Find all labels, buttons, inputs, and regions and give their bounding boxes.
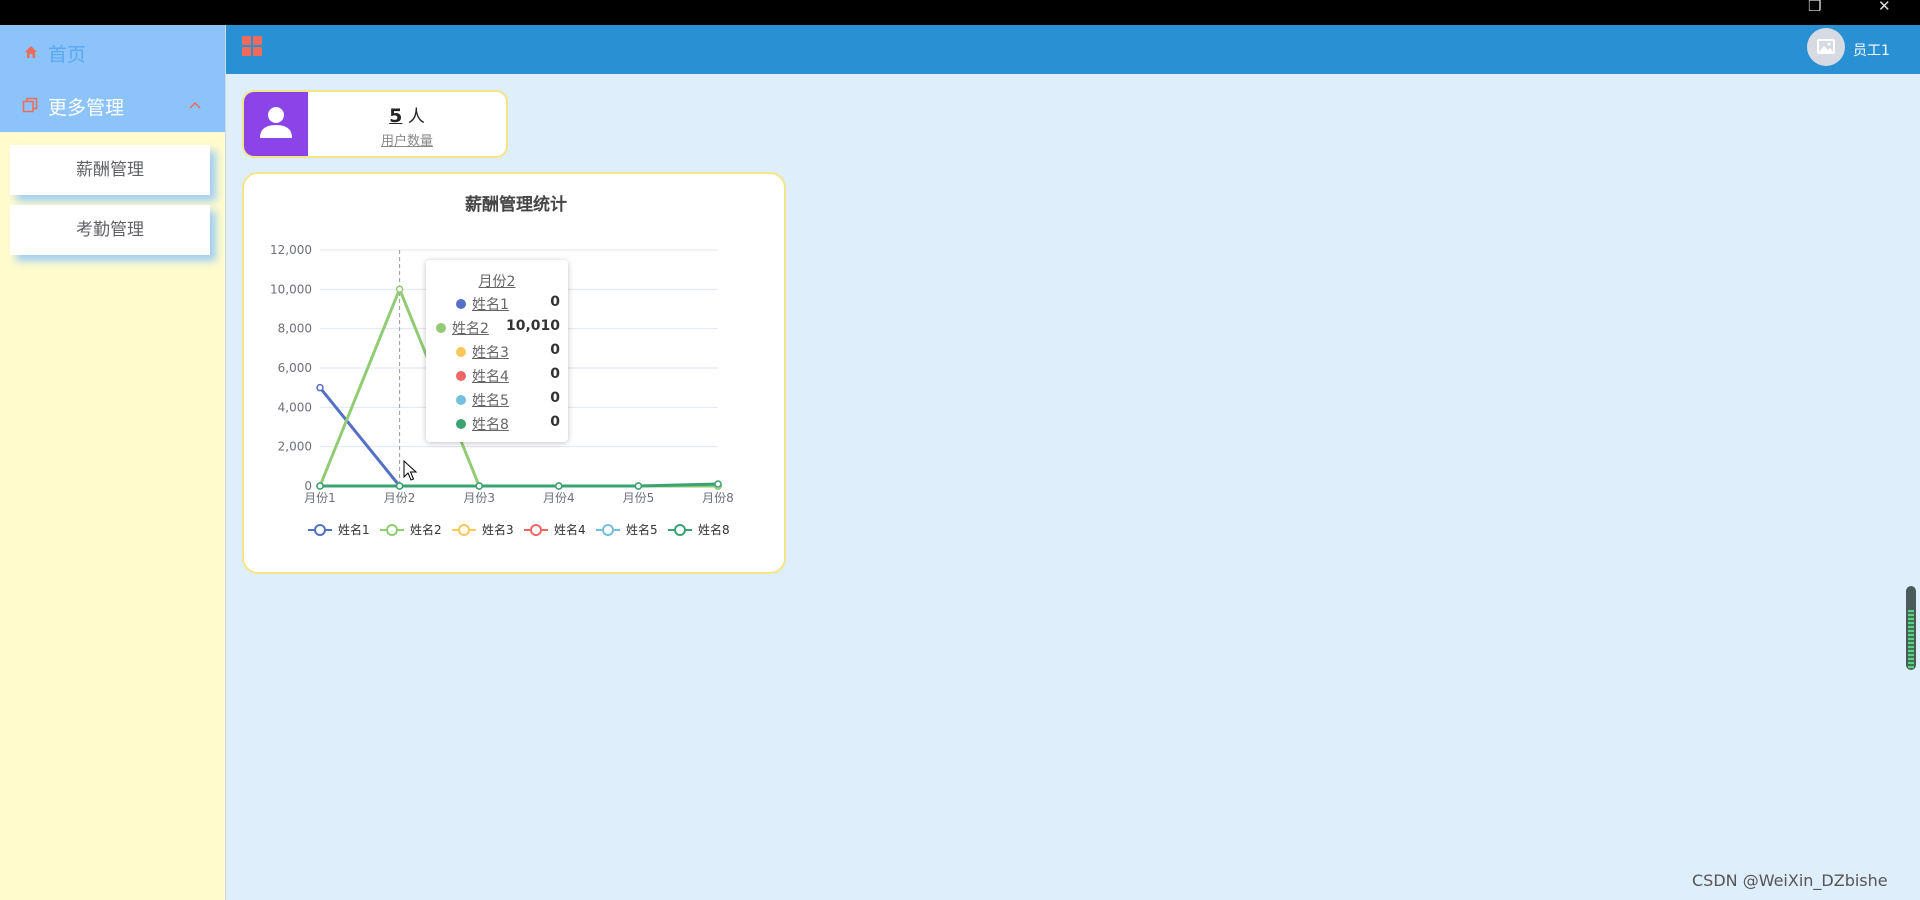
image-placeholder-icon — [1817, 39, 1835, 54]
window-title-bar: ❐ ✕ — [0, 0, 1920, 25]
avatar[interactable] — [1807, 28, 1845, 66]
chart-title: 薪酬管理统计 — [465, 194, 567, 215]
top-header: 员工1 — [226, 25, 1920, 74]
data-point — [555, 482, 563, 490]
legend-label: 姓名2 — [410, 522, 442, 537]
y-tick-label: 10,000 — [270, 282, 312, 296]
x-tick-label: 月份5 — [623, 491, 655, 505]
user-count-number: 5 — [389, 105, 403, 127]
data-point — [475, 482, 483, 490]
user-count-card: 5 人 用户数量 — [242, 90, 508, 158]
data-point — [395, 285, 404, 293]
tooltip-row: 姓名4 0 — [436, 366, 560, 386]
data-point — [714, 480, 722, 488]
chart-tooltip: 月份2 姓名1 0 姓名2 10,010 姓名3 0 姓名4 0 姓名5 0 姓… — [426, 260, 568, 442]
watermark: CSDN @WeiXin_DZbishe — [1692, 871, 1888, 890]
legend-label: 姓名4 — [554, 522, 586, 537]
data-point — [316, 482, 324, 490]
series-dot-icon — [456, 419, 466, 429]
series-dot-icon — [436, 323, 446, 333]
y-tick-label: 8,000 — [278, 322, 312, 336]
data-point — [395, 482, 404, 490]
legend-marker — [386, 524, 398, 536]
series-dot-icon — [456, 395, 466, 405]
series-dot-icon — [456, 299, 466, 309]
copy-icon — [22, 97, 38, 113]
menu-item-more-management[interactable]: 更多管理 — [0, 78, 225, 132]
tooltip-row-value: 0 — [550, 390, 560, 406]
data-point — [316, 383, 324, 392]
x-tick-label: 月份8 — [702, 491, 734, 505]
menu-item-home-label: 首页 — [48, 44, 87, 66]
legend-marker — [602, 524, 614, 536]
user-count-caption: 用户数量 — [380, 134, 433, 149]
chevron-up-icon — [189, 101, 201, 109]
legend-label: 姓名8 — [698, 522, 730, 537]
grid-menu-icon[interactable] — [241, 35, 263, 57]
tooltip-row-name: 姓名8 — [472, 417, 509, 433]
submenu-item-attendance[interactable]: 考勤管理 — [10, 205, 210, 255]
scrollbar[interactable] — [1906, 586, 1916, 670]
user-icon — [244, 92, 308, 156]
submenu-item-salary[interactable]: 薪酬管理 — [10, 145, 210, 195]
tooltip-row-name: 姓名5 — [472, 393, 509, 409]
tooltip-row-name: 姓名4 — [472, 369, 509, 385]
restore-icon[interactable]: ❐ — [1808, 0, 1821, 14]
tooltip-row: 姓名1 0 — [436, 294, 560, 314]
menu-item-more-label: 更多管理 — [48, 97, 125, 119]
tooltip-row-value: 0 — [550, 294, 560, 310]
x-tick-label: 月份1 — [304, 491, 336, 505]
data-point — [634, 482, 643, 490]
legend-label: 姓名5 — [626, 522, 658, 537]
y-tick-label: 4,000 — [278, 400, 312, 414]
y-tick-label: 12,000 — [270, 243, 312, 257]
username[interactable]: 员工1 — [1853, 40, 1890, 60]
tooltip-row-value: 10,010 — [505, 318, 560, 334]
tooltip-row-value: 0 — [550, 414, 560, 430]
x-tick-label: 月份4 — [543, 491, 575, 505]
tooltip-row: 姓名2 10,010 — [436, 318, 560, 338]
legend-marker — [530, 524, 542, 536]
y-tick-label: 2,000 — [278, 440, 312, 454]
tooltip-row-name: 姓名2 — [452, 321, 489, 337]
tooltip-row-value: 0 — [550, 366, 560, 382]
x-tick-label: 月份2 — [384, 491, 416, 505]
mouse-cursor-icon — [403, 460, 418, 481]
sidebar: 首页 更多管理 薪酬管理 考勤管理 — [0, 25, 226, 900]
legend-marker — [674, 524, 686, 536]
legend-marker — [458, 524, 470, 536]
home-icon — [25, 46, 37, 58]
tooltip-title: 月份2 — [478, 274, 516, 290]
user-count-value: 5 人 — [308, 102, 506, 127]
tooltip-row: 姓名8 0 — [436, 414, 560, 434]
legend-label: 姓名1 — [338, 522, 370, 537]
user-count-unit: 人 — [407, 107, 425, 127]
menu-item-home[interactable]: 首页 — [0, 25, 225, 78]
scrollbar-thumb[interactable] — [1908, 610, 1914, 670]
close-icon[interactable]: ✕ — [1878, 0, 1891, 14]
x-tick-label: 月份3 — [463, 491, 495, 505]
tooltip-row: 姓名5 0 — [436, 390, 560, 410]
tooltip-row: 姓名3 0 — [436, 342, 560, 362]
series-dot-icon — [456, 371, 466, 381]
legend-marker — [314, 524, 326, 536]
tooltip-row-name: 姓名1 — [472, 297, 509, 313]
series-line — [320, 482, 719, 488]
series-dot-icon — [456, 347, 466, 357]
tooltip-row-value: 0 — [550, 342, 560, 358]
tooltip-row-name: 姓名3 — [472, 345, 509, 361]
y-tick-label: 6,000 — [278, 361, 312, 375]
legend-label: 姓名3 — [482, 522, 514, 537]
